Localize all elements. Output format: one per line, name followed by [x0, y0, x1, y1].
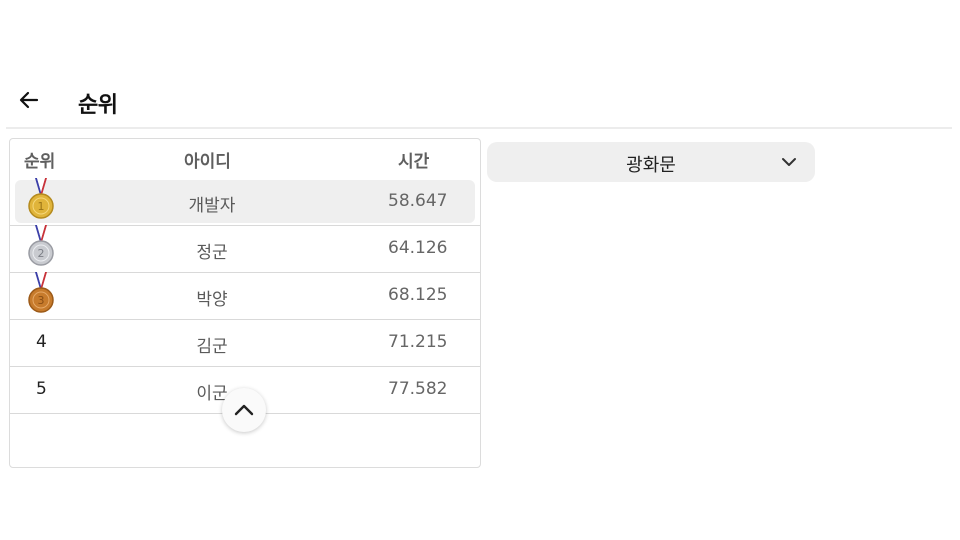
column-header-rank: 순위: [24, 152, 56, 172]
row-time: 64.126: [388, 238, 448, 258]
table-row[interactable]: 2 정군 64.126: [10, 225, 480, 273]
row-id: 개발자: [188, 196, 236, 216]
row-id: 박양: [196, 290, 228, 310]
ranking-page: 순위 순위 아이디 시간 1 개발자 58.647 2 정군 64.126 3 …: [0, 0, 960, 540]
row-time: 58.647: [388, 191, 448, 211]
chevron-up-icon: [234, 404, 254, 416]
row-id: 이군: [196, 384, 228, 404]
table-header: 순위 아이디 시간: [10, 139, 480, 179]
column-header-id: 아이디: [184, 152, 231, 172]
arrow-left-icon: [19, 91, 39, 109]
row-id: 정군: [196, 243, 228, 263]
row-time: 68.125: [388, 285, 448, 305]
chevron-down-icon: [782, 158, 796, 166]
app-header: 순위: [0, 78, 960, 124]
row-time: 77.582: [388, 379, 448, 399]
row-id: 김군: [196, 337, 228, 357]
page-title: 순위: [78, 93, 118, 118]
back-button[interactable]: [14, 85, 44, 115]
row-time: 71.215: [388, 332, 448, 352]
column-header-time: 시간: [398, 152, 430, 172]
table-row[interactable]: 4 김군 71.215: [10, 320, 480, 367]
location-select-value: 광화문: [626, 155, 676, 176]
scroll-to-top-button[interactable]: [222, 388, 266, 432]
table-row[interactable]: 3 박양 68.125: [10, 272, 480, 320]
header-divider: [6, 127, 952, 129]
location-select[interactable]: 광화문: [487, 142, 815, 182]
table-row[interactable]: 1 개발자 58.647: [10, 178, 480, 226]
